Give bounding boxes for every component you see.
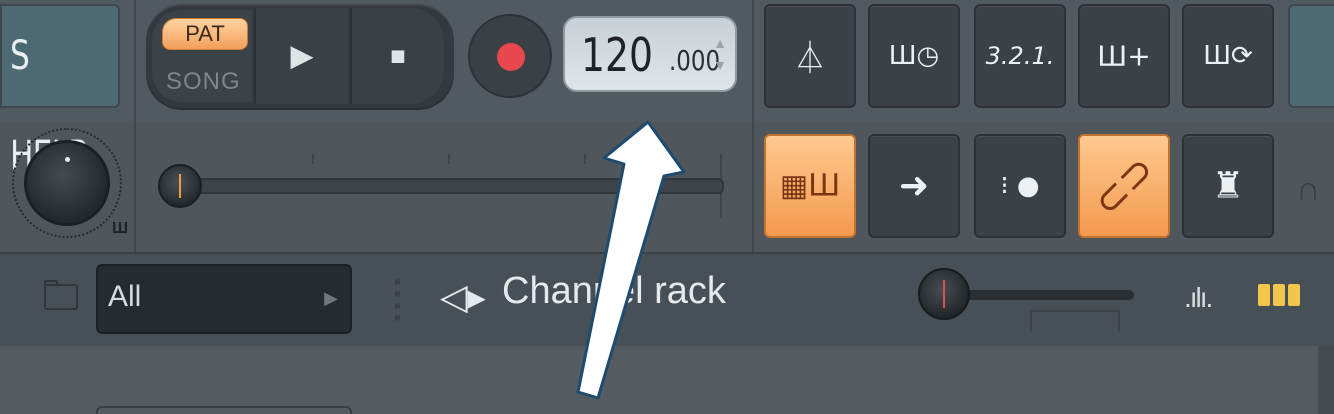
annotation-arrow [576,120,686,400]
fl-studio-toolbar: { "menu": { "help_label": "S HELP" }, "t… [0,0,1334,414]
